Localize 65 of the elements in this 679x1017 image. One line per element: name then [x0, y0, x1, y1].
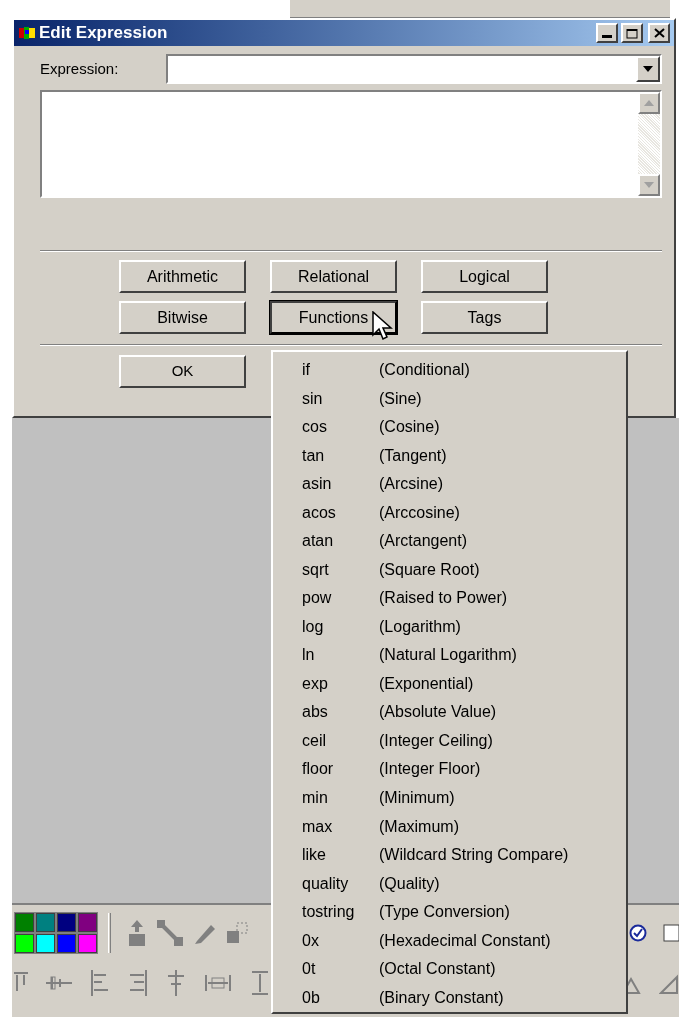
minimize-icon [602, 35, 612, 38]
space-vertical-icon[interactable] [250, 970, 270, 996]
color-swatch[interactable] [57, 934, 76, 953]
connector-icon[interactable] [157, 920, 183, 946]
menu-item[interactable]: atan (Arctangent) [273, 527, 626, 556]
menu-item[interactable]: quality (Quality) [273, 869, 626, 898]
color-swatch[interactable] [15, 913, 34, 932]
menu-item[interactable]: 0b (Binary Constant) [273, 983, 626, 1012]
upload-icon[interactable] [127, 920, 147, 946]
expression-label: Expression: [40, 58, 120, 79]
mouse-cursor-icon [372, 311, 394, 341]
color-swatch[interactable] [36, 934, 55, 953]
menu-item[interactable]: ceil (Integer Ceiling) [273, 726, 626, 756]
window-title: Edit Expression [39, 22, 169, 45]
expression-combobox[interactable] [166, 54, 662, 84]
dropdown-arrow-icon [643, 66, 653, 72]
layers-icon[interactable] [227, 921, 249, 945]
operator-button[interactable]: Arithmetic [119, 260, 246, 293]
maximize-button[interactable] [621, 23, 643, 43]
menu-item[interactable]: min (Minimum) [273, 783, 626, 813]
scrollbar[interactable] [638, 92, 660, 196]
menu-item[interactable]: if (Conditional) [273, 356, 626, 385]
maximize-icon [626, 27, 638, 39]
menu-item[interactable]: max (Maximum) [273, 812, 626, 841]
expression-text-area[interactable] [40, 90, 662, 198]
menu-item[interactable]: tostring (Type Conversion) [273, 897, 626, 927]
align-left-icon[interactable] [90, 970, 110, 996]
color-swatch[interactable] [78, 934, 97, 953]
down-arrow-icon [644, 182, 654, 188]
close-icon [653, 28, 665, 38]
menu-item[interactable]: sin (Sine) [273, 384, 626, 414]
menu-item[interactable]: like (Wildcard String Compare) [273, 840, 626, 870]
scroll-down-button[interactable] [638, 174, 660, 196]
operator-button[interactable]: Tags [421, 301, 548, 334]
color-swatch[interactable] [78, 913, 97, 932]
menu-item[interactable]: tan (Tangent) [273, 441, 626, 471]
menu-item[interactable]: asin (Arcsine) [273, 470, 626, 499]
operator-button[interactable]: Bitwise [119, 301, 246, 334]
menu-item[interactable]: acos (Arccosine) [273, 498, 626, 528]
menu-item[interactable]: exp (Exponential) [273, 669, 626, 699]
menu-item[interactable]: 0x (Hexadecimal Constant) [273, 926, 626, 955]
color-swatch[interactable] [36, 913, 55, 932]
operator-button[interactable]: Logical [421, 260, 548, 293]
center-horizontal-icon[interactable] [166, 970, 186, 996]
menu-item[interactable]: log (Logarithm) [273, 612, 626, 642]
operator-button[interactable]: Relational [270, 260, 397, 293]
menu-item[interactable]: cos (Cosine) [273, 413, 626, 442]
minimize-button[interactable] [596, 23, 618, 43]
color-swatch[interactable] [15, 934, 34, 953]
scroll-up-button[interactable] [638, 92, 660, 114]
color-swatch[interactable] [57, 913, 76, 932]
dropdown-button[interactable] [636, 56, 660, 82]
operator-button[interactable]: Functions [270, 301, 397, 334]
menu-item[interactable]: sqrt (Square Root) [273, 555, 626, 585]
ok-button[interactable]: OK [119, 355, 246, 388]
up-arrow-icon [644, 100, 654, 106]
menu-item[interactable]: abs (Absolute Value) [273, 698, 626, 727]
menu-item[interactable]: floor (Integer Floor) [273, 755, 626, 784]
menu-item[interactable]: 0t (Octal Constant) [273, 954, 626, 984]
menu-item[interactable]: pow (Raised to Power) [273, 584, 626, 613]
close-button[interactable] [648, 23, 670, 43]
check-circle-icon[interactable] [629, 924, 647, 942]
menu-item[interactable]: ln (Natural Logarithm) [273, 641, 626, 670]
align-right-icon[interactable] [128, 970, 148, 996]
app-icon [18, 25, 36, 41]
